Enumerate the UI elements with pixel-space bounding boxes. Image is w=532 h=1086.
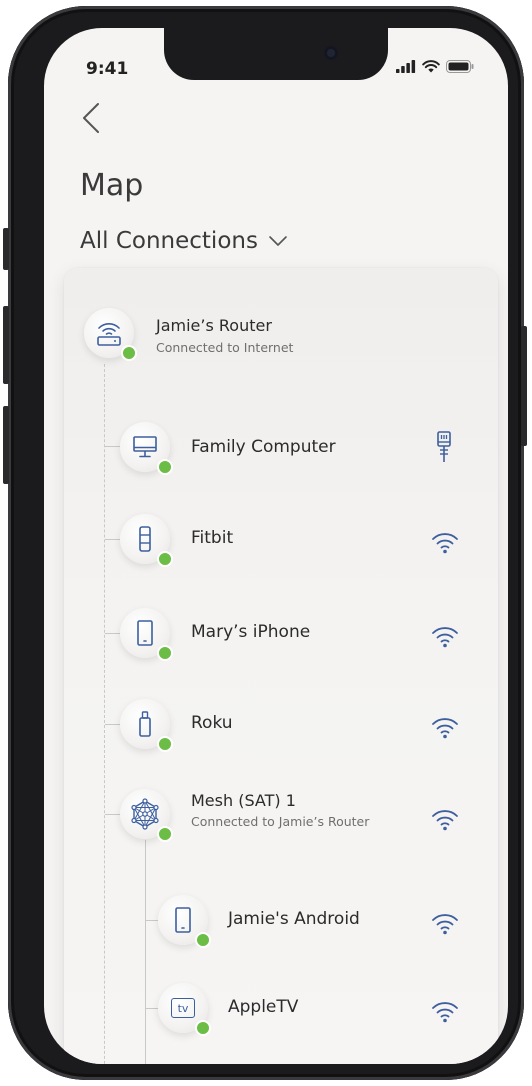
- back-chevron-icon[interactable]: [76, 100, 106, 136]
- device-node: [120, 789, 173, 842]
- network-map-card: Jamie’s Router Connected to Internet Fam…: [64, 268, 498, 1064]
- device-name: Mary’s iPhone: [191, 622, 311, 642]
- wifi-icon: [432, 810, 458, 831]
- front-camera: [324, 46, 338, 60]
- tv-icon: tv: [171, 998, 195, 1018]
- online-status-dot: [195, 1020, 211, 1036]
- online-status-dot: [157, 826, 173, 842]
- phone-icon: [175, 907, 191, 933]
- device-node: tv: [158, 983, 211, 1036]
- tree-trunk-line: [104, 364, 105, 1064]
- volume-down-button: [3, 406, 9, 484]
- status-time: 9:41: [86, 59, 129, 79]
- router-node: [84, 308, 137, 361]
- device-name: Roku: [191, 713, 233, 733]
- screen: 9:41 Map All Connections Jamie’s Router …: [44, 28, 508, 1064]
- online-status-dot: [157, 645, 173, 661]
- power-button: [521, 326, 527, 446]
- wifi-icon: [432, 718, 458, 739]
- online-status-dot: [195, 932, 211, 948]
- router-icon: [97, 323, 121, 346]
- mesh-branch-line: [145, 840, 146, 1064]
- router-status: Connected to Internet: [156, 340, 294, 355]
- wifi-icon: [432, 1002, 458, 1023]
- online-status-dot: [157, 736, 173, 752]
- device-node: [120, 422, 173, 475]
- device-name: AppleTV: [228, 997, 299, 1017]
- wifi-status-icon: [422, 60, 440, 73]
- wifi-icon: [432, 533, 458, 554]
- device-name: Mesh (SAT) 1: [191, 791, 296, 810]
- ethernet-icon: [437, 431, 451, 462]
- phone-frame: 9:41 Map All Connections Jamie’s Router …: [3, 6, 527, 1080]
- device-node: [120, 699, 173, 752]
- phone-icon: [137, 620, 153, 646]
- wifi-icon: [432, 914, 458, 935]
- device-node: [120, 514, 173, 567]
- page-title: Map: [80, 168, 144, 203]
- status-icons: [396, 60, 474, 73]
- streaming-stick-icon: [139, 711, 151, 737]
- online-status-dot: [157, 459, 173, 475]
- device-status: Connected to Jamie’s Router: [191, 814, 370, 829]
- router-name: Jamie’s Router: [156, 316, 272, 335]
- cellular-signal-icon: [396, 60, 416, 73]
- connections-filter-dropdown[interactable]: All Connections: [80, 228, 288, 254]
- notch: [164, 28, 388, 80]
- tv-icon-label: tv: [177, 1001, 189, 1015]
- wearable-icon: [139, 526, 151, 552]
- mesh-node-icon: [131, 798, 159, 830]
- online-status-dot: [121, 345, 137, 361]
- device-node: [158, 895, 211, 948]
- wifi-icon: [432, 627, 458, 648]
- desktop-icon: [133, 436, 157, 458]
- device-name: Jamie's Android: [228, 909, 360, 929]
- filter-label: All Connections: [80, 228, 258, 254]
- device-name: Fitbit: [191, 528, 234, 548]
- mute-switch: [3, 228, 9, 270]
- online-status-dot: [157, 551, 173, 567]
- chevron-down-icon: [269, 236, 287, 246]
- device-name: Family Computer: [191, 437, 336, 457]
- battery-icon: [446, 60, 474, 73]
- device-node: [120, 608, 173, 661]
- volume-up-button: [3, 306, 9, 384]
